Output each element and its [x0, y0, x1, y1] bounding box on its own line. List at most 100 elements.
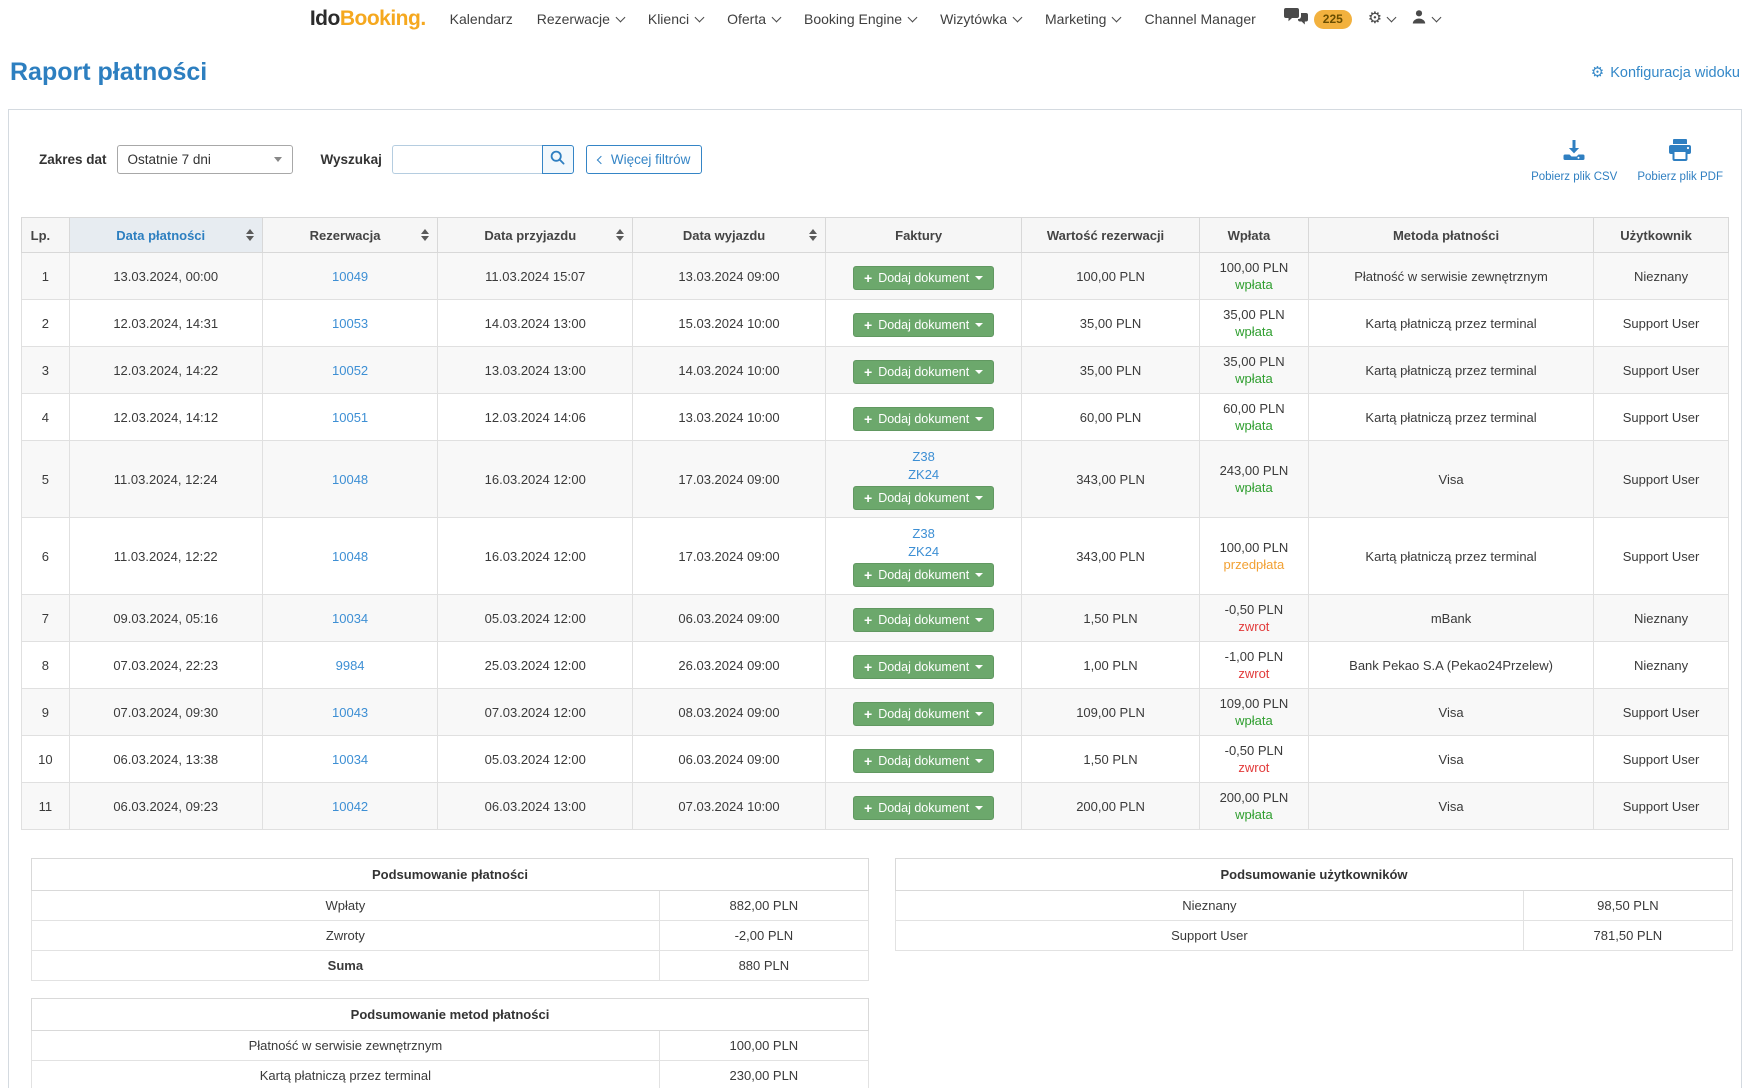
summary-row-label: Zwroty	[32, 921, 660, 951]
reservation-link[interactable]: 10052	[332, 363, 368, 378]
user-menu[interactable]	[1411, 9, 1440, 30]
summary-row: Support User781,50 PLN	[896, 921, 1733, 951]
column-header-label: Użytkownik	[1620, 228, 1692, 243]
nav-right-group: 225 ⚙	[1284, 8, 1440, 30]
nav-item[interactable]: Kalendarz	[450, 11, 513, 27]
nav-item[interactable]: Booking Engine	[804, 11, 916, 27]
nav-item-label: Kalendarz	[450, 11, 513, 27]
reservation-value-cell: 343,00 PLN	[1022, 441, 1200, 518]
payment-status: wpłata	[1208, 807, 1300, 822]
nav-item[interactable]: Wizytówka	[940, 11, 1021, 27]
add-document-button[interactable]: +Dodaj dokument	[853, 608, 994, 632]
departure-date-cell: 15.03.2024 10:00	[633, 300, 826, 347]
sort-icon[interactable]	[616, 229, 624, 241]
reservation-link[interactable]: 10049	[332, 269, 368, 284]
view-configuration-link[interactable]: ⚙ Konfiguracja widoku	[1591, 65, 1740, 81]
row-number-cell: 3	[22, 347, 70, 394]
add-document-button[interactable]: +Dodaj dokument	[853, 749, 994, 773]
invoice-link[interactable]: ZK24	[834, 466, 1013, 484]
arrival-date-cell: 05.03.2024 12:00	[438, 595, 633, 642]
export-buttons: Pobierz plik CSV Pobierz plik PDF	[1531, 136, 1723, 183]
table-row: 907.03.2024, 09:301004307.03.2024 12:000…	[22, 689, 1729, 736]
summary-title-row: Podsumowanie płatności	[32, 859, 869, 891]
invoices-cell: +Dodaj dokument	[825, 347, 1021, 394]
departure-date-cell: 13.03.2024 09:00	[633, 253, 826, 300]
reservation-value-cell: 1,50 PLN	[1022, 595, 1200, 642]
reservation-link[interactable]: 10042	[332, 799, 368, 814]
arrival-date-cell: 16.03.2024 12:00	[438, 441, 633, 518]
add-document-button[interactable]: +Dodaj dokument	[853, 486, 994, 510]
add-document-button[interactable]: +Dodaj dokument	[853, 360, 994, 384]
departure-date-cell: 14.03.2024 10:00	[633, 347, 826, 394]
payment-cell: 35,00 PLNwpłata	[1199, 300, 1308, 347]
sort-icon[interactable]	[421, 229, 429, 241]
column-header: Użytkownik	[1594, 218, 1729, 253]
payment-amount: 100,00 PLN	[1208, 260, 1300, 275]
reservation-link[interactable]: 10048	[332, 549, 368, 564]
payment-cell: 243,00 PLNwpłata	[1199, 441, 1308, 518]
column-header[interactable]: Rezerwacja	[262, 218, 438, 253]
more-filters-button[interactable]: Więcej filtrów	[586, 145, 703, 174]
add-document-button[interactable]: +Dodaj dokument	[853, 796, 994, 820]
nav-item[interactable]: Oferta	[727, 11, 780, 27]
user-cell: Support User	[1594, 347, 1729, 394]
nav-item[interactable]: Channel Manager	[1144, 11, 1255, 27]
invoice-link[interactable]: ZK24	[834, 543, 1013, 561]
nav-item[interactable]: Marketing	[1045, 11, 1120, 27]
departure-date-cell: 17.03.2024 09:00	[633, 518, 826, 595]
app-logo[interactable]: IdoBooking.	[310, 7, 426, 31]
date-range-select[interactable]: Ostatnie 7 dni	[117, 145, 293, 174]
search-button[interactable]	[542, 145, 574, 174]
table-row: 212.03.2024, 14:311005314.03.2024 13:001…	[22, 300, 1729, 347]
payment-amount: 109,00 PLN	[1208, 696, 1300, 711]
payment-status: wpłata	[1208, 480, 1300, 495]
reservation-link[interactable]: 10034	[332, 611, 368, 626]
column-header[interactable]: Data wyjazdu	[633, 218, 826, 253]
reservation-cell: 10048	[262, 441, 438, 518]
payments-table: Lp.Data płatnościRezerwacjaData przyjazd…	[21, 217, 1729, 830]
add-document-button[interactable]: +Dodaj dokument	[853, 702, 994, 726]
page-title: Raport płatności	[10, 58, 207, 87]
add-document-button[interactable]: +Dodaj dokument	[853, 313, 994, 337]
invoices-cell: +Dodaj dokument	[825, 595, 1021, 642]
column-header-label: Wartość rezerwacji	[1047, 228, 1164, 243]
nav-item[interactable]: Rezerwacje	[537, 11, 624, 27]
user-cell: Support User	[1594, 441, 1729, 518]
sort-icon[interactable]	[809, 229, 817, 241]
reservation-link[interactable]: 10048	[332, 472, 368, 487]
table-row: 611.03.2024, 12:221004816.03.2024 12:001…	[22, 518, 1729, 595]
invoice-link[interactable]: Z38	[834, 448, 1013, 466]
payment-amount: 100,00 PLN	[1208, 540, 1300, 555]
reservation-link[interactable]: 10053	[332, 316, 368, 331]
row-number-cell: 11	[22, 783, 70, 830]
column-header[interactable]: Data płatności	[69, 218, 262, 253]
messages-button[interactable]: 225	[1284, 8, 1352, 30]
reservation-link[interactable]: 10051	[332, 410, 368, 425]
nav-item-label: Oferta	[727, 11, 766, 27]
payment-amount: -0,50 PLN	[1208, 743, 1300, 758]
column-header[interactable]: Data przyjazdu	[438, 218, 633, 253]
user-cell: Nieznany	[1594, 595, 1729, 642]
reservation-link[interactable]: 9984	[336, 658, 365, 673]
payment-date-cell: 13.03.2024, 00:00	[69, 253, 262, 300]
arrival-date-cell: 12.03.2024 14:06	[438, 394, 633, 441]
caret-down-icon	[975, 573, 983, 577]
add-document-button[interactable]: +Dodaj dokument	[853, 563, 994, 587]
download-csv-button[interactable]: Pobierz plik CSV	[1531, 138, 1617, 183]
invoice-link[interactable]: Z38	[834, 525, 1013, 543]
summary-row-value: 781,50 PLN	[1523, 921, 1732, 951]
payment-method-cell: Płatność w serwisie zewnętrznym	[1309, 253, 1594, 300]
reservation-link[interactable]: 10034	[332, 752, 368, 767]
add-document-label: Dodaj dokument	[878, 707, 969, 721]
add-document-button[interactable]: +Dodaj dokument	[853, 407, 994, 431]
search-input[interactable]	[392, 145, 542, 174]
add-document-label: Dodaj dokument	[878, 660, 969, 674]
settings-menu[interactable]: ⚙	[1368, 11, 1395, 27]
reservation-link[interactable]: 10043	[332, 705, 368, 720]
add-document-button[interactable]: +Dodaj dokument	[853, 655, 994, 679]
add-document-button[interactable]: +Dodaj dokument	[853, 266, 994, 290]
reservation-cell: 10034	[262, 736, 438, 783]
nav-item[interactable]: Klienci	[648, 11, 703, 27]
download-pdf-button[interactable]: Pobierz plik PDF	[1637, 138, 1723, 183]
sort-icon[interactable]	[246, 229, 254, 241]
